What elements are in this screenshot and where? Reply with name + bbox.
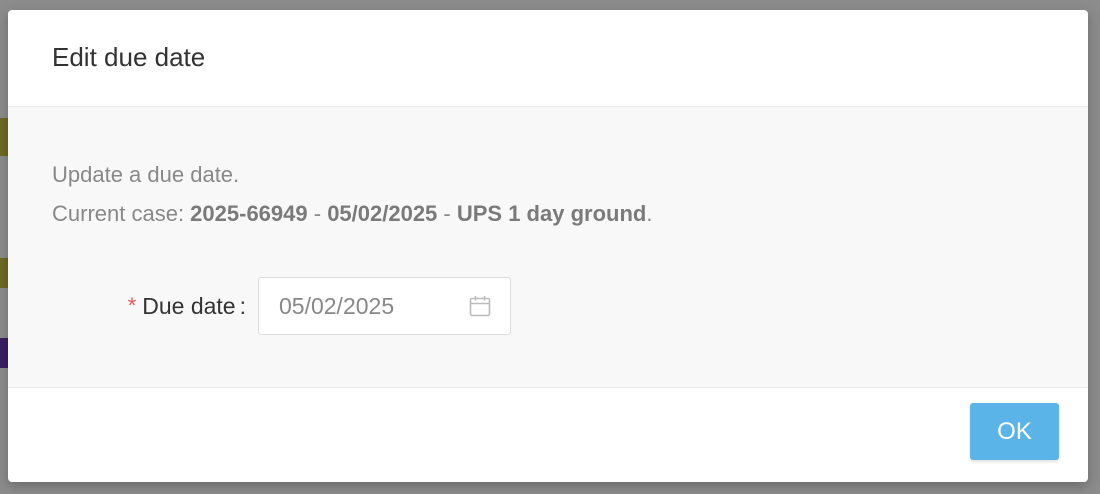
calendar-icon[interactable] xyxy=(468,294,492,318)
due-date-value[interactable]: 05/02/2025 xyxy=(279,293,394,320)
separator: - xyxy=(437,201,457,226)
dialog-footer: OK xyxy=(8,388,1088,481)
separator: - xyxy=(307,201,328,226)
due-date-label: * Due date : xyxy=(52,293,258,320)
ok-button[interactable]: OK xyxy=(970,403,1059,460)
current-case-prefix: Current case: xyxy=(52,201,191,226)
dialog-description: Update a due date. xyxy=(52,162,240,187)
current-case-shipping: UPS 1 day ground xyxy=(456,201,647,226)
dialog-body: Update a due date. Current case: 2025-66… xyxy=(8,107,1088,388)
current-case-date: 05/02/2025 xyxy=(327,201,438,226)
label-colon: : xyxy=(239,292,246,319)
due-date-picker[interactable]: 05/02/2025 xyxy=(258,277,511,335)
required-marker: * xyxy=(127,293,137,318)
due-date-label-text: Due date xyxy=(142,292,236,319)
dialog-header: Edit due date xyxy=(8,10,1088,107)
current-case-suffix: . xyxy=(646,201,653,226)
due-date-form-row: * Due date : 05/02/2025 xyxy=(52,277,1044,335)
current-case-info: Current case: 2025-66949 - 05/02/2025 - … xyxy=(52,194,1044,233)
current-case-id: 2025-66949 xyxy=(190,201,308,226)
edit-due-date-dialog: Edit due date Update a due date. Current… xyxy=(8,10,1088,482)
dialog-title: Edit due date xyxy=(52,41,206,72)
